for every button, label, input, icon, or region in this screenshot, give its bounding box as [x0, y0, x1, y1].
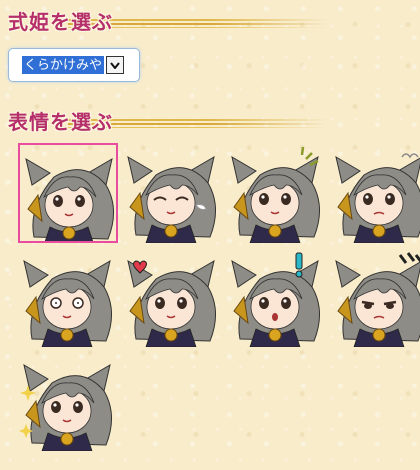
expression-option-wink-sigh[interactable] — [122, 143, 222, 243]
character-portrait — [23, 259, 112, 347]
character-portrait — [335, 252, 420, 347]
expression-option-heart[interactable] — [122, 247, 222, 347]
character-portrait — [127, 259, 216, 347]
section-title-text: 表情を選ぶ — [8, 110, 113, 134]
chevron-down-icon[interactable] — [106, 56, 125, 74]
character-portrait — [127, 155, 216, 243]
character-portrait — [19, 363, 112, 451]
section-title-expression: 表情を選ぶ — [8, 106, 328, 136]
expression-option-sparkle[interactable] — [18, 351, 118, 451]
character-select-value[interactable]: くらかけみや — [22, 56, 105, 74]
character-select[interactable]: くらかけみや — [8, 48, 140, 82]
character-portrait — [231, 146, 320, 243]
expression-option-troubled[interactable] — [330, 143, 420, 243]
character-portrait — [25, 157, 114, 241]
character-portrait — [335, 153, 420, 243]
section-title-character: 式姫を選ぶ — [8, 6, 328, 36]
expression-option-blank[interactable] — [18, 247, 118, 347]
section-title-text: 式姫を選ぶ — [8, 10, 113, 34]
expression-option-annoyed[interactable] — [226, 143, 326, 243]
expression-option-surprised[interactable] — [226, 247, 326, 347]
expression-option-normal[interactable] — [18, 143, 118, 243]
character-portrait — [231, 252, 320, 347]
expression-option-irritated[interactable] — [330, 247, 420, 347]
